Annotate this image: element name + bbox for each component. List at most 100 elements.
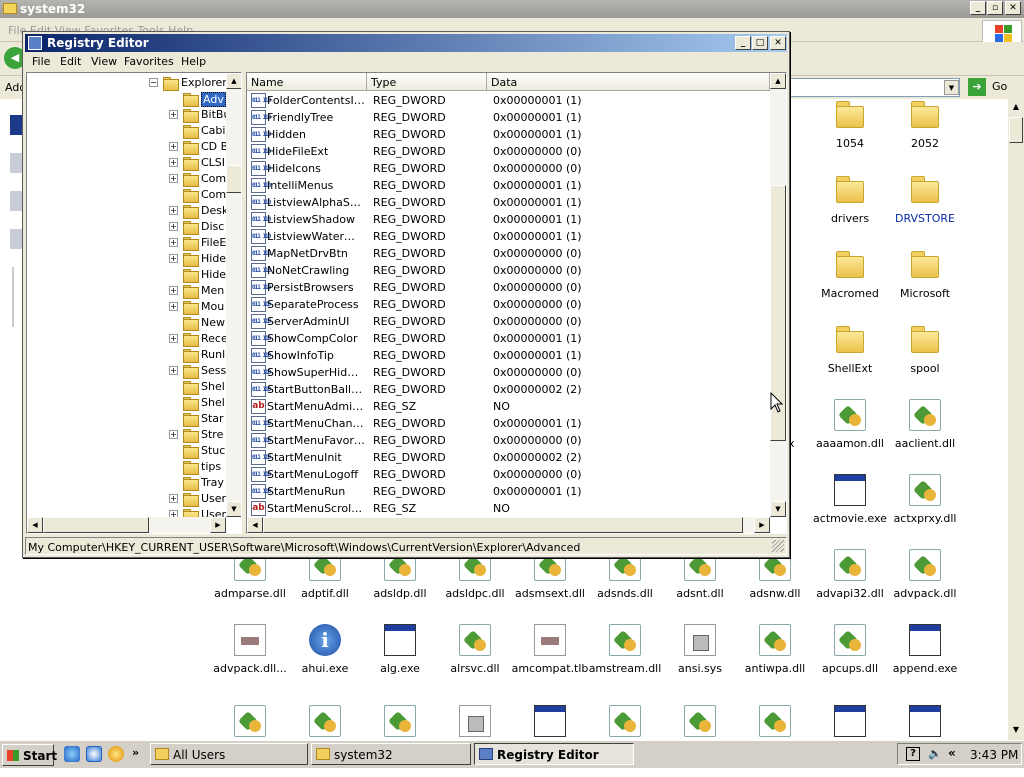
scroll-down-arrow-icon[interactable]: ▼ [226,501,241,517]
scroll-thumb[interactable] [226,165,241,193]
tree-node[interactable]: + CLSI [27,155,237,171]
value-row[interactable]: 011 110 PersistBrowsers REG_DWORD 0x0000000… [247,279,770,296]
file-item[interactable]: DRVSTORE [885,174,965,246]
expand-icon[interactable]: + [169,302,178,311]
value-row[interactable]: 011 110 ListviewWatermark REG_DWORD 0x00000… [247,228,770,245]
restore-button[interactable]: ▫ [987,1,1003,15]
tree-node[interactable]: + Men [27,283,237,299]
expand-icon[interactable]: + [169,366,178,375]
value-row[interactable]: ab StartMenuAdmin... REG_SZ NO [247,398,770,415]
file-item[interactable]: antiwpa.dll [735,624,815,696]
media-player-icon[interactable] [108,746,124,762]
file-item[interactable]: adsldpc.dll [435,549,515,621]
tree-node[interactable]: Shel [27,379,237,395]
value-row[interactable]: 011 110 ShowCompColor REG_DWORD 0x00000001 … [247,330,770,347]
file-item[interactable]: spool [885,324,965,396]
file-item[interactable]: adptif.dll [285,549,365,621]
address-input[interactable]: ▼ [790,78,960,97]
show-desktop-icon[interactable] [64,746,80,762]
scroll-down-arrow-icon[interactable]: ▼ [770,501,786,517]
scroll-left-arrow-icon[interactable]: ◀ [27,517,43,533]
expand-icon[interactable]: + [169,158,178,167]
value-list[interactable]: Name Type Data 011 110 FolderContentsIn..… [246,72,787,534]
value-row[interactable]: 011 110 HideFileExt REG_DWORD 0x00000000 (0… [247,143,770,160]
tree-node[interactable]: + Com [27,171,237,187]
internet-explorer-icon[interactable] [86,746,102,762]
value-row[interactable]: 011 110 ShowInfoTip REG_DWORD 0x00000001 (1… [247,347,770,364]
file-item[interactable]: amstream.dll [585,624,665,696]
value-row[interactable]: 011 110 IntelliMenus REG_DWORD 0x00000001 (… [247,177,770,194]
menu-view[interactable]: View [91,55,117,68]
tree-node[interactable]: + Disc [27,219,237,235]
explorer-title-bar[interactable]: system32 _ ▫ ✕ [0,0,1024,18]
file-item[interactable]: adsnw.dll [735,549,815,621]
file-item[interactable]: 2052 [885,99,965,171]
tree-node[interactable]: Com [27,187,237,203]
tree-node[interactable]: + User [27,491,237,507]
close-button[interactable]: ✕ [770,36,786,50]
menu-file[interactable]: File [32,55,50,68]
value-row[interactable]: 011 110 Hidden REG_DWORD 0x00000001 (1) [247,126,770,143]
value-row[interactable]: 011 110 ServerAdminUI REG_DWORD 0x00000000 … [247,313,770,330]
taskbar-button[interactable]: Registry Editor [474,743,634,765]
value-row[interactable]: 011 110 StartMenuRun REG_DWORD 0x00000001 (… [247,483,770,500]
file-item[interactable]: drivers [810,174,890,246]
volume-icon[interactable]: 🔈 [928,747,942,760]
go-button[interactable]: ➔ Go [968,77,1012,97]
scroll-thumb[interactable] [1009,117,1023,143]
menu-favorites[interactable]: Favorites [124,55,174,68]
help-icon[interactable]: ? [906,747,920,761]
tree-node[interactable]: Hide [27,267,237,283]
tree-node[interactable]: + FileE [27,235,237,251]
scroll-right-arrow-icon[interactable]: ▶ [754,517,770,533]
value-row[interactable]: 011 110 FriendlyTree REG_DWORD 0x00000001 (… [247,109,770,126]
start-button[interactable]: Start [2,744,57,766]
collapse-icon[interactable]: − [149,78,158,87]
chevron-down-icon[interactable]: ▼ [944,80,959,95]
expand-icon[interactable]: + [169,174,178,183]
file-item[interactable]: adsldp.dll [360,549,440,621]
close-button[interactable]: ✕ [1005,1,1021,15]
tree-horizontal-scrollbar[interactable]: ◀ ▶ [27,517,226,533]
column-type[interactable]: Type [367,73,487,91]
file-item[interactable]: admparse.dll [210,549,290,621]
file-item[interactable]: amcompat.tlb [510,624,590,696]
file-item[interactable]: advpack.dll... [210,624,290,696]
tree-node[interactable]: Shel [27,395,237,411]
tree-node[interactable]: tips [27,459,237,475]
minimize-button[interactable]: _ [735,36,751,50]
tree-node[interactable]: Runl [27,347,237,363]
value-row[interactable]: 011 110 MapNetDrvBtn REG_DWORD 0x00000000 (… [247,245,770,262]
expand-icon[interactable]: + [169,494,178,503]
file-item[interactable]: adsmsext.dll [510,549,590,621]
scroll-left-arrow-icon[interactable]: ◀ [247,517,263,533]
tree-node[interactable]: Cabi [27,123,237,139]
regedit-title-bar[interactable]: Registry Editor _ □ ✕ [25,34,787,52]
tree-node[interactable]: + Rece [27,331,237,347]
tree-node[interactable]: + CD B [27,139,237,155]
file-item[interactable]: adsnds.dll [585,549,665,621]
tree-node[interactable]: + Mou [27,299,237,315]
expand-icon[interactable]: + [169,222,178,231]
tree-vertical-scrollbar[interactable]: ▲ ▼ [226,73,241,517]
expand-icon[interactable]: + [169,238,178,247]
tree-node[interactable]: + BitBu [27,107,237,123]
expand-icon[interactable]: + [169,206,178,215]
tree-node[interactable]: New [27,315,237,331]
resize-grip-icon[interactable] [772,540,784,552]
list-vertical-scrollbar[interactable]: ▲ ▼ [770,73,786,517]
chevron-right-icon[interactable]: » [132,746,139,759]
tray-expand-icon[interactable]: « [948,746,956,760]
tree-node[interactable]: + Hide [27,251,237,267]
scroll-up-arrow-icon[interactable]: ▲ [1008,99,1024,115]
expand-icon[interactable]: + [169,430,178,439]
taskbar-button[interactable]: system32 [311,743,471,765]
menu-edit[interactable]: Edit [60,55,81,68]
scroll-up-arrow-icon[interactable]: ▲ [770,73,786,89]
value-row[interactable]: 011 110 StartMenuChange REG_DWORD 0x0000000… [247,415,770,432]
file-item[interactable]: Microsoft [885,249,965,321]
menu-help[interactable]: Help [181,55,206,68]
file-item[interactable]: alg.exe [360,624,440,696]
file-item[interactable]: alrsvc.dll [435,624,515,696]
file-item[interactable]: 1054 [810,99,890,171]
